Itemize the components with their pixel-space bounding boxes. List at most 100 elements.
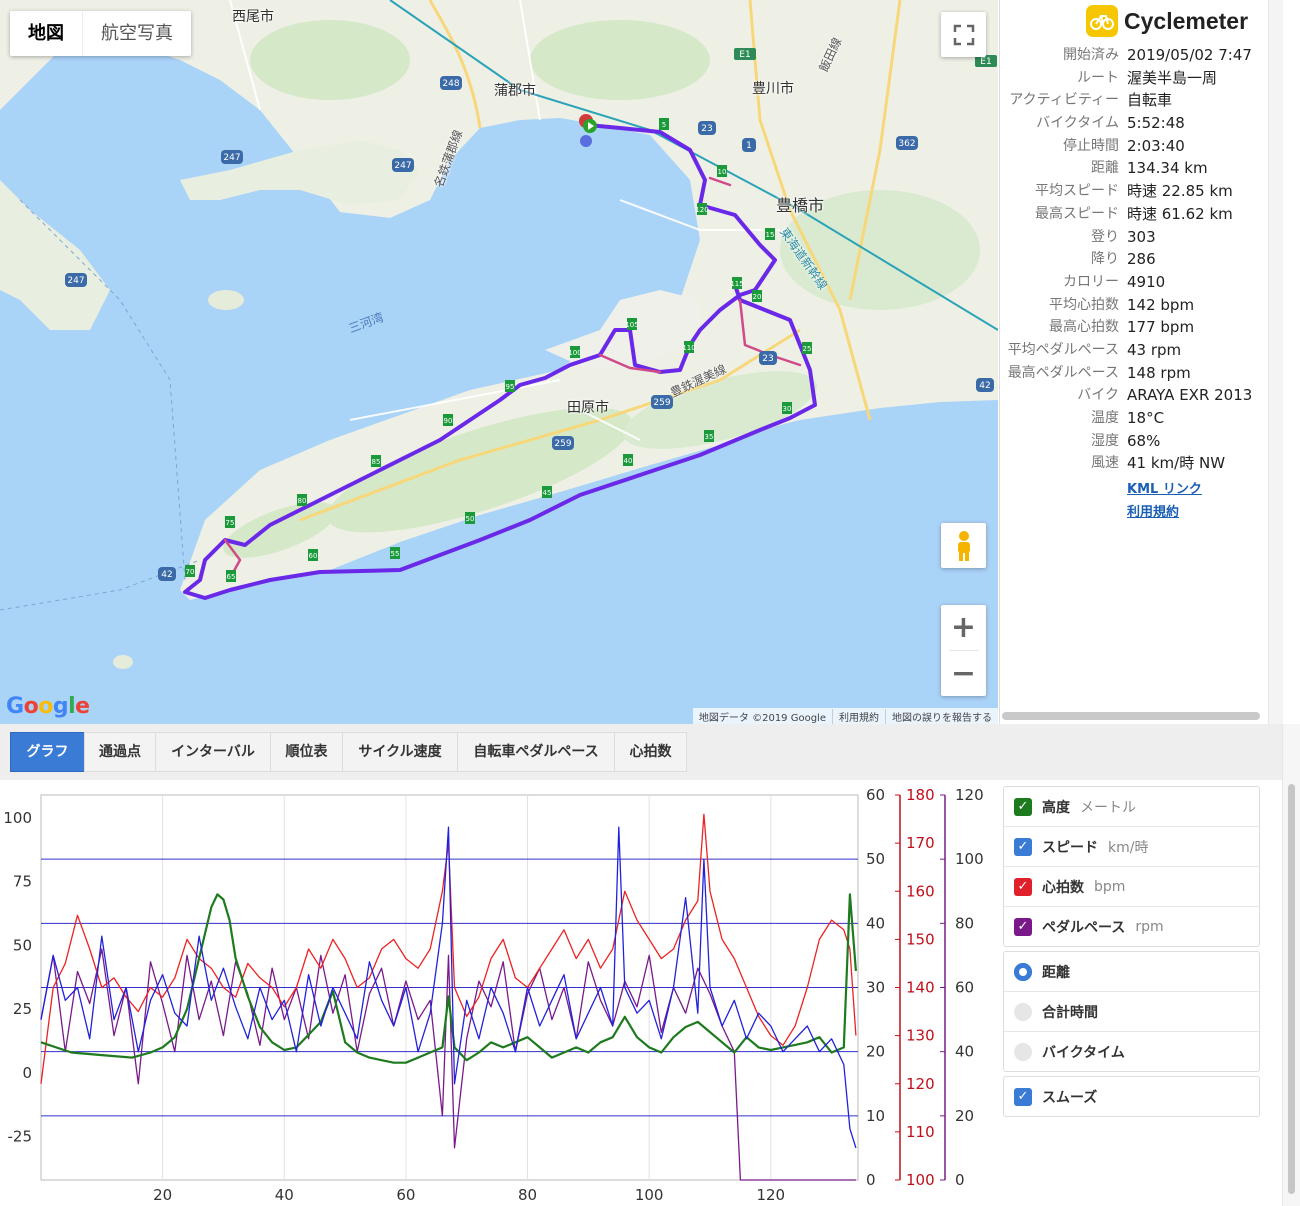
- heart-rate-tick-label: 110: [906, 1123, 935, 1141]
- stat-value: 68%: [1127, 431, 1161, 450]
- x-tick-label: 40: [275, 1186, 294, 1204]
- km-marker: 5: [659, 118, 669, 130]
- svg-text:35: 35: [705, 433, 714, 441]
- heart-rate-tick-label: 140: [906, 979, 935, 997]
- tab-pedal-cadence[interactable]: 自転車ペダルペース: [457, 732, 615, 772]
- checkbox-checked-icon[interactable]: ✓: [1014, 877, 1032, 896]
- tab-heart-rate[interactable]: 心拍数: [614, 732, 687, 772]
- zoom-in-button[interactable]: +: [951, 605, 976, 650]
- tab-intervals[interactable]: インターバル: [155, 732, 271, 772]
- km-marker: 15: [765, 228, 775, 240]
- fullscreen-button[interactable]: [941, 12, 986, 57]
- stat-value: 時速 61.62 km: [1127, 204, 1233, 223]
- radio-unselected-icon[interactable]: [1014, 1002, 1032, 1021]
- km-marker: 70: [185, 565, 195, 577]
- legend-label: ペダルペース: [1042, 919, 1126, 936]
- legend-unit: km/時: [1108, 839, 1149, 856]
- stat-label: 停止時間: [1063, 137, 1119, 154]
- map-type-map-button[interactable]: 地図: [10, 11, 82, 56]
- stat-label: 湿度: [1091, 432, 1119, 449]
- map-terms-link[interactable]: 利用規約: [832, 708, 885, 724]
- svg-text:85: 85: [372, 458, 381, 466]
- svg-text:120: 120: [695, 206, 708, 214]
- stat-row: 風速 41 km/時 NW: [1000, 452, 1269, 475]
- heart-rate-tick-label: 160: [906, 882, 935, 900]
- legend-heart-rate[interactable]: ✓ 心拍数 bpm: [1004, 867, 1259, 907]
- stat-label: 温度: [1091, 410, 1119, 426]
- stat-row: 最高心拍数 177 bpm: [1000, 316, 1269, 339]
- smooth-toggle[interactable]: ✓ スムーズ: [1004, 1077, 1259, 1116]
- legend-cadence[interactable]: ✓ ペダルペース rpm: [1004, 907, 1259, 946]
- checkbox-checked-icon[interactable]: ✓: [1014, 797, 1032, 816]
- legend-label: 心拍数: [1042, 879, 1084, 896]
- terms-link[interactable]: 利用規約: [1127, 501, 1179, 520]
- km-marker: 115: [730, 277, 744, 289]
- cadence-tick-label: 60: [955, 979, 974, 997]
- stat-value: 43 rpm: [1127, 340, 1182, 359]
- radio-selected-icon[interactable]: [1014, 962, 1032, 981]
- svg-text:23: 23: [762, 354, 773, 364]
- page-vertical-scrollbar[interactable]: [1282, 724, 1300, 1206]
- km-marker: 10: [717, 165, 727, 177]
- map-data-credit: 地図データ ©2019 Google: [698, 712, 826, 724]
- scrollbar-thumb[interactable]: [1288, 784, 1295, 1194]
- stat-row: 湿度 68%: [1000, 430, 1269, 453]
- map-canvas: 5 10 15 20 25 30 35 40 45 50 55 60 65 70…: [0, 0, 998, 669]
- map-type-control: 地図 航空写真: [10, 11, 191, 56]
- xaxis-option-distance[interactable]: 距離: [1004, 952, 1259, 992]
- stat-value: 2:03:40: [1127, 136, 1185, 155]
- legend-unit: メートル: [1080, 799, 1136, 816]
- svg-text:1: 1: [746, 141, 752, 151]
- tab-waypoints[interactable]: 通過点: [84, 732, 156, 772]
- tab-cycle-speed[interactable]: サイクル速度: [342, 732, 458, 772]
- google-logo: Google: [6, 694, 90, 719]
- legend-speed[interactable]: ✓ スピード km/時: [1004, 827, 1259, 867]
- cadence-tick-label: 120: [955, 786, 984, 804]
- legend-label: 高度: [1042, 799, 1070, 816]
- radio-unselected-icon[interactable]: [1014, 1042, 1032, 1061]
- cadence-tick-label: 40: [955, 1043, 974, 1061]
- km-marker: 80: [297, 494, 307, 506]
- stat-value: 2019/05/02 7:47: [1127, 46, 1252, 64]
- xaxis-option-bike-time[interactable]: バイクタイム: [1004, 1032, 1259, 1071]
- elevation-tick-label: -25: [8, 1128, 33, 1146]
- tab-graph[interactable]: グラフ: [10, 732, 85, 772]
- map-report-link[interactable]: 地図の誤りを報告する: [885, 708, 998, 724]
- km-marker: 110: [682, 341, 696, 353]
- checkbox-checked-icon[interactable]: ✓: [1014, 917, 1032, 936]
- cadence-tick-label: 80: [955, 914, 974, 932]
- stat-label: アクティビティー: [1009, 92, 1119, 109]
- stat-row: 開始済み 2019/05/02 7:47: [1000, 44, 1269, 67]
- xaxis-option-total-time[interactable]: 合計時間: [1004, 992, 1259, 1032]
- route-map[interactable]: 5 10 15 20 25 30 35 40 45 50 55 60 65 70…: [0, 0, 998, 724]
- legend-label: スピード: [1042, 839, 1098, 856]
- kml-link[interactable]: KML リンク: [1127, 478, 1202, 497]
- stat-value: 時速 22.85 km: [1127, 182, 1233, 201]
- checkbox-checked-icon[interactable]: ✓: [1014, 1087, 1032, 1106]
- ride-chart[interactable]: 20 40 60 80 100 120 100 75 50 25 0 -25 60 50 40 30 20 10 0…: [0, 780, 1000, 1206]
- panel-horizontal-scrollbar[interactable]: [1002, 712, 1260, 720]
- km-marker: 20: [752, 290, 762, 302]
- fullscreen-icon: [953, 24, 974, 45]
- legend-elevation[interactable]: ✓ 高度 メートル: [1004, 787, 1259, 827]
- tab-leaderboard[interactable]: 順位表: [270, 732, 343, 772]
- checkbox-checked-icon[interactable]: ✓: [1014, 837, 1032, 856]
- zoom-out-button[interactable]: −: [951, 651, 976, 696]
- svg-text:60: 60: [309, 552, 318, 560]
- chart-svg: 20 40 60 80 100 1201007550250-256050403020100…: [3, 786, 984, 1204]
- stat-value: 134.34 km: [1127, 159, 1208, 178]
- map-type-satellite-button[interactable]: 航空写真: [82, 11, 191, 56]
- street-view-pegman-button[interactable]: [941, 523, 986, 568]
- svg-text:E1: E1: [980, 57, 991, 67]
- km-marker: 105: [625, 318, 639, 330]
- stat-value: ARAYA EXR 2013: [1127, 386, 1253, 405]
- panel-vertical-scrollbar[interactable]: [1268, 0, 1283, 724]
- svg-text:20: 20: [753, 293, 762, 301]
- stat-label: 風速: [1091, 455, 1119, 472]
- label-tahara: 田原市: [567, 400, 609, 416]
- label-gamagori: 蒲郡市: [494, 83, 536, 99]
- brand-name: Cyclemeter: [1124, 7, 1249, 34]
- stat-value: 142 bpm: [1127, 295, 1195, 314]
- stat-value: 18°C: [1127, 409, 1165, 427]
- option-label: 合計時間: [1042, 1004, 1098, 1021]
